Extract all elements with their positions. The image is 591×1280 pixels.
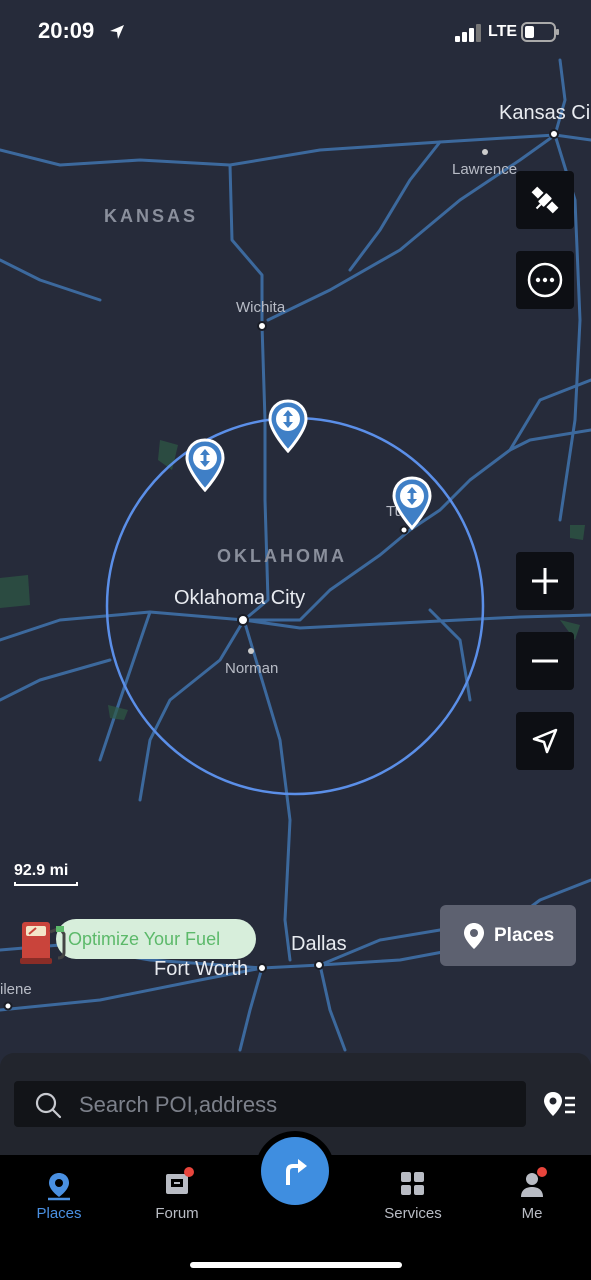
- search-placeholder: Search POI,address: [79, 1092, 278, 1117]
- optimize-fuel-label: Optimize Your Fuel: [68, 929, 221, 949]
- fuel-pump-icon: [20, 922, 66, 964]
- tab-me-label: Me: [521, 1205, 543, 1222]
- tab-forum[interactable]: Forum: [118, 1155, 236, 1245]
- places-button-label: Places: [494, 925, 555, 946]
- more-options-button[interactable]: [516, 251, 574, 309]
- tab-places[interactable]: Places: [0, 1155, 118, 1245]
- forum-badge: [184, 1167, 194, 1177]
- map-scale-bar: [14, 882, 78, 886]
- satellite-layer-button[interactable]: [516, 171, 574, 229]
- status-time: 20:09: [38, 18, 95, 43]
- poi-list-icon[interactable]: [541, 1090, 577, 1120]
- city-label-kansas-city: Kansas Ci: [499, 102, 591, 124]
- me-badge: [537, 1167, 547, 1177]
- search-bar[interactable]: Search POI,address: [14, 1081, 526, 1127]
- tab-places-label: Places: [36, 1205, 82, 1222]
- city-label-wichita: Wichita: [236, 299, 286, 316]
- city-label-abilene: ilene: [0, 981, 32, 998]
- map-pin-icon[interactable]: [185, 438, 225, 492]
- battery-icon: [521, 22, 559, 42]
- navigate-button-circle: [261, 1137, 329, 1205]
- location-pin-icon: [464, 923, 484, 949]
- places-tab-icon: [48, 1173, 70, 1201]
- places-button[interactable]: Places: [440, 905, 576, 966]
- location-arrow-icon: [110, 25, 124, 39]
- tab-me[interactable]: Me: [473, 1155, 591, 1245]
- tab-services-label: Services: [384, 1205, 442, 1222]
- turn-right-arrow-icon: [286, 1159, 307, 1185]
- satellite-icon: [531, 186, 559, 214]
- signal-icon: [455, 24, 481, 42]
- zoom-in-button[interactable]: [516, 552, 574, 610]
- zoom-out-button[interactable]: [516, 632, 574, 690]
- status-bar: 20:09 LTE: [0, 0, 591, 64]
- city-label-norman: Norman: [225, 660, 279, 677]
- navigate-button[interactable]: [255, 1131, 335, 1211]
- map-pin-icon[interactable]: [268, 399, 308, 453]
- more-icon: [527, 262, 563, 298]
- tab-services[interactable]: Services: [354, 1155, 472, 1245]
- network-type: LTE: [488, 23, 518, 40]
- region-label-kansas: KANSAS: [104, 206, 199, 226]
- plus-icon: [532, 568, 558, 594]
- home-indicator: [190, 1262, 402, 1268]
- region-label-oklahoma: OKLAHOMA: [217, 546, 347, 566]
- city-label-fort-worth: Fort Worth: [154, 958, 249, 980]
- map-scale-label: 92.9 mi: [14, 862, 69, 879]
- navigation-arrow-icon: [532, 728, 558, 754]
- tab-forum-label: Forum: [155, 1205, 199, 1222]
- services-grid-icon: [401, 1172, 424, 1195]
- city-label-dallas: Dallas: [291, 933, 347, 955]
- city-label-oklahoma-city: Oklahoma City: [174, 587, 306, 609]
- minus-icon: [532, 659, 558, 663]
- my-location-button[interactable]: [516, 712, 574, 770]
- search-icon: [35, 1092, 62, 1119]
- map-pin-icon[interactable]: [392, 476, 432, 530]
- city-label-lawrence: Lawrence: [452, 161, 518, 178]
